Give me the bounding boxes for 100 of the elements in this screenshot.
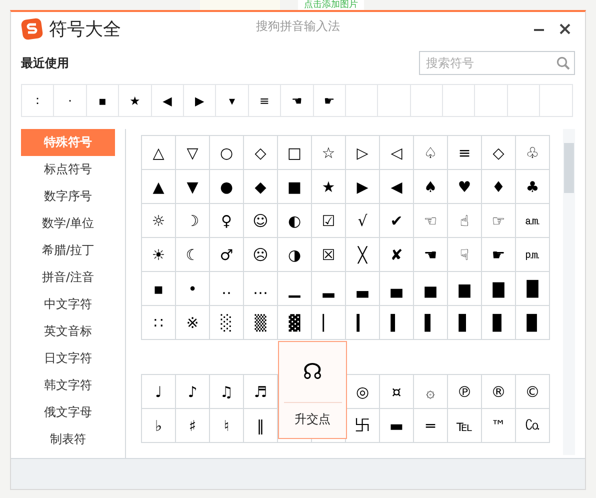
symbol-cell[interactable]: ▷ (346, 136, 380, 170)
symbol-cell[interactable]: ☚ (414, 238, 448, 272)
symbol-cell[interactable]: ㏇ (516, 409, 550, 443)
symbol-cell[interactable]: ♧ (516, 136, 550, 170)
symbol-cell[interactable]: □ (278, 136, 312, 170)
symbol-cell[interactable]: ♤ (414, 136, 448, 170)
symbol-cell[interactable]: ♭ (142, 409, 176, 443)
symbol-cell[interactable]: ◑ (278, 238, 312, 272)
symbol-cell[interactable]: ♀ (210, 204, 244, 238)
symbol-cell[interactable]: ☞ (482, 204, 516, 238)
symbol-cell[interactable]: ◐ (278, 204, 312, 238)
symbol-cell[interactable]: ╳ (346, 238, 380, 272)
category-tab[interactable]: 标点符号 (21, 156, 115, 183)
symbol-cell[interactable]: ♩ (142, 375, 176, 409)
scrollbar[interactable] (563, 129, 575, 455)
symbol-cell[interactable]: ▼ (176, 170, 210, 204)
category-tab[interactable]: 俄文字母 (21, 399, 115, 426)
category-tab[interactable]: 制表符 (21, 426, 115, 453)
symbol-cell[interactable]: ▋ (448, 306, 482, 340)
symbol-cell[interactable]: ® (482, 375, 516, 409)
category-tab[interactable]: 希腊/拉丁 (21, 237, 115, 264)
symbol-cell[interactable]: ♦ (482, 170, 516, 204)
symbol-cell[interactable]: ℗ (448, 375, 482, 409)
symbol-cell[interactable]: ▪ (142, 272, 176, 306)
symbol-cell[interactable]: ㏘ (516, 238, 550, 272)
symbol-cell[interactable]: ☒ (312, 238, 346, 272)
symbol-cell[interactable]: ◀ (380, 170, 414, 204)
symbol-cell[interactable]: ♣ (516, 170, 550, 204)
symbol-cell[interactable]: ♠ (414, 170, 448, 204)
symbol-cell[interactable]: ™ (482, 409, 516, 443)
symbol-cell[interactable]: © (516, 375, 550, 409)
category-tab[interactable]: 中文字符 (21, 291, 115, 318)
category-tab[interactable]: 数学/单位 (21, 210, 115, 237)
symbol-cell[interactable]: ★ (312, 170, 346, 204)
symbol-cell[interactable]: ◇ (244, 136, 278, 170)
symbol-cell[interactable]: ▍ (380, 306, 414, 340)
symbol-cell[interactable]: ═ (414, 409, 448, 443)
symbol-cell[interactable]: ✔ (380, 204, 414, 238)
symbol-cell[interactable]: ≡ (448, 136, 482, 170)
symbol-cell[interactable]: ▒ (244, 306, 278, 340)
search-field[interactable]: 搜索符号 (419, 51, 575, 75)
symbol-cell[interactable]: √ (346, 204, 380, 238)
symbol-cell[interactable]: ▄ (380, 272, 414, 306)
symbol-cell[interactable]: ▲ (142, 170, 176, 204)
symbol-cell[interactable]: ♪ (176, 375, 210, 409)
symbol-cell[interactable]: ☛ (482, 238, 516, 272)
symbol-cell[interactable]: ♥ (448, 170, 482, 204)
symbol-cell[interactable]: ▉ (516, 306, 550, 340)
category-tab[interactable]: 数字序号 (21, 183, 115, 210)
category-tab[interactable]: 拼音/注音 (21, 264, 115, 291)
symbol-cell[interactable]: △ (142, 136, 176, 170)
symbol-cell[interactable]: ¤ (380, 375, 414, 409)
symbol-cell[interactable]: ● (210, 170, 244, 204)
symbol-cell[interactable]: ▅ (414, 272, 448, 306)
symbol-cell[interactable]: ☝ (448, 204, 482, 238)
symbol-cell[interactable]: ☽ (176, 204, 210, 238)
symbol-cell[interactable]: ☀ (142, 238, 176, 272)
symbol-cell[interactable]: ㏂ (516, 204, 550, 238)
symbol-cell[interactable]: ☟ (448, 238, 482, 272)
symbol-cell[interactable]: ◆ (244, 170, 278, 204)
symbol-cell[interactable]: ▬ (380, 409, 414, 443)
symbol-cell[interactable]: ▎ (346, 306, 380, 340)
symbol-cell[interactable]: ▶ (346, 170, 380, 204)
symbol-cell[interactable]: ♯ (176, 409, 210, 443)
symbol-cell[interactable]: ♮ (210, 409, 244, 443)
symbol-cell[interactable]: • (176, 272, 210, 306)
symbol-cell[interactable]: ∷ (142, 306, 176, 340)
symbol-cell[interactable]: ✘ (380, 238, 414, 272)
symbol-cell[interactable]: ░ (210, 306, 244, 340)
category-tab[interactable]: 英文音标 (21, 318, 115, 345)
symbol-cell[interactable]: ▁ (278, 272, 312, 306)
symbol-cell[interactable]: ▽ (176, 136, 210, 170)
symbol-cell[interactable]: … (244, 272, 278, 306)
symbol-cell[interactable]: ☜ (414, 204, 448, 238)
symbol-cell[interactable]: ☆ (312, 136, 346, 170)
symbol-cell[interactable]: ○ (210, 136, 244, 170)
category-tab[interactable]: 韩文字符 (21, 372, 115, 399)
symbol-cell[interactable]: ☑ (312, 204, 346, 238)
symbol-cell[interactable]: ◁ (380, 136, 414, 170)
symbol-cell[interactable]: ♫ (210, 375, 244, 409)
symbol-cell[interactable]: ℡ (448, 409, 482, 443)
symbol-cell[interactable]: ☾ (176, 238, 210, 272)
category-tab[interactable]: 日文字符 (21, 345, 115, 372)
symbol-cell[interactable]: ◇ (482, 136, 516, 170)
symbol-cell[interactable]: ♂ (210, 238, 244, 272)
symbol-cell[interactable]: ▇ (482, 272, 516, 306)
symbol-cell[interactable]: ▆ (448, 272, 482, 306)
symbol-cell[interactable]: ☹ (244, 238, 278, 272)
symbol-cell[interactable]: ▂ (312, 272, 346, 306)
symbol-cell[interactable]: ※ (176, 306, 210, 340)
symbol-cell[interactable]: ▏ (312, 306, 346, 340)
symbol-cell[interactable]: ‥ (210, 272, 244, 306)
symbol-cell[interactable]: ▃ (346, 272, 380, 306)
symbol-cell[interactable]: ۞ (414, 375, 448, 409)
symbol-cell[interactable]: ☼ (142, 204, 176, 238)
symbol-cell[interactable]: ■ (278, 170, 312, 204)
symbol-cell[interactable]: ▌ (414, 306, 448, 340)
symbol-cell[interactable]: ▊ (482, 306, 516, 340)
symbol-cell[interactable]: ☺ (244, 204, 278, 238)
symbol-cell[interactable]: █ (516, 272, 550, 306)
